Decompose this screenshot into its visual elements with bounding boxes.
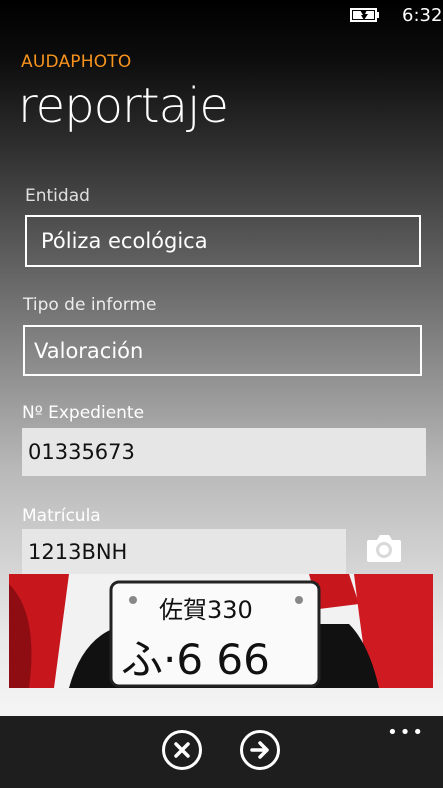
tipo-informe-picker[interactable]: Valoración <box>23 325 422 376</box>
battery-charging-icon <box>350 8 379 22</box>
license-plate-photo: 佐賀330 ふ·6 66 <box>9 574 433 688</box>
matricula-label: Matrícula <box>22 506 101 526</box>
cancel-button[interactable] <box>162 730 202 770</box>
arrow-right-icon <box>250 741 269 759</box>
matricula-value: 1213BNH <box>28 539 128 564</box>
app-name: AUDAPHOTO <box>21 52 132 72</box>
more-options-button[interactable]: ••• <box>387 722 425 743</box>
next-button[interactable] <box>240 730 280 770</box>
entidad-label: Entidad <box>25 186 90 206</box>
tipo-informe-label: Tipo de informe <box>23 295 157 315</box>
entidad-picker[interactable]: Póliza ecológica <box>25 215 421 267</box>
status-bar: 6:32 <box>0 0 443 32</box>
expediente-field[interactable]: 01335673 <box>22 428 426 476</box>
expediente-label: Nº Expediente <box>22 403 145 423</box>
plate-bottom-text: ふ·6 66 <box>121 635 270 684</box>
page-title: reportaje <box>18 78 229 134</box>
tipo-informe-value: Valoración <box>34 338 144 363</box>
close-icon <box>174 742 190 758</box>
camera-icon[interactable] <box>365 532 403 564</box>
expediente-value: 01335673 <box>28 440 135 464</box>
entidad-value: Póliza ecológica <box>41 229 208 253</box>
matricula-field[interactable]: 1213BNH <box>22 529 346 574</box>
plate-top-text: 佐賀330 <box>159 596 253 624</box>
app-bar: ••• <box>0 716 443 788</box>
clock: 6:32 <box>402 5 443 26</box>
